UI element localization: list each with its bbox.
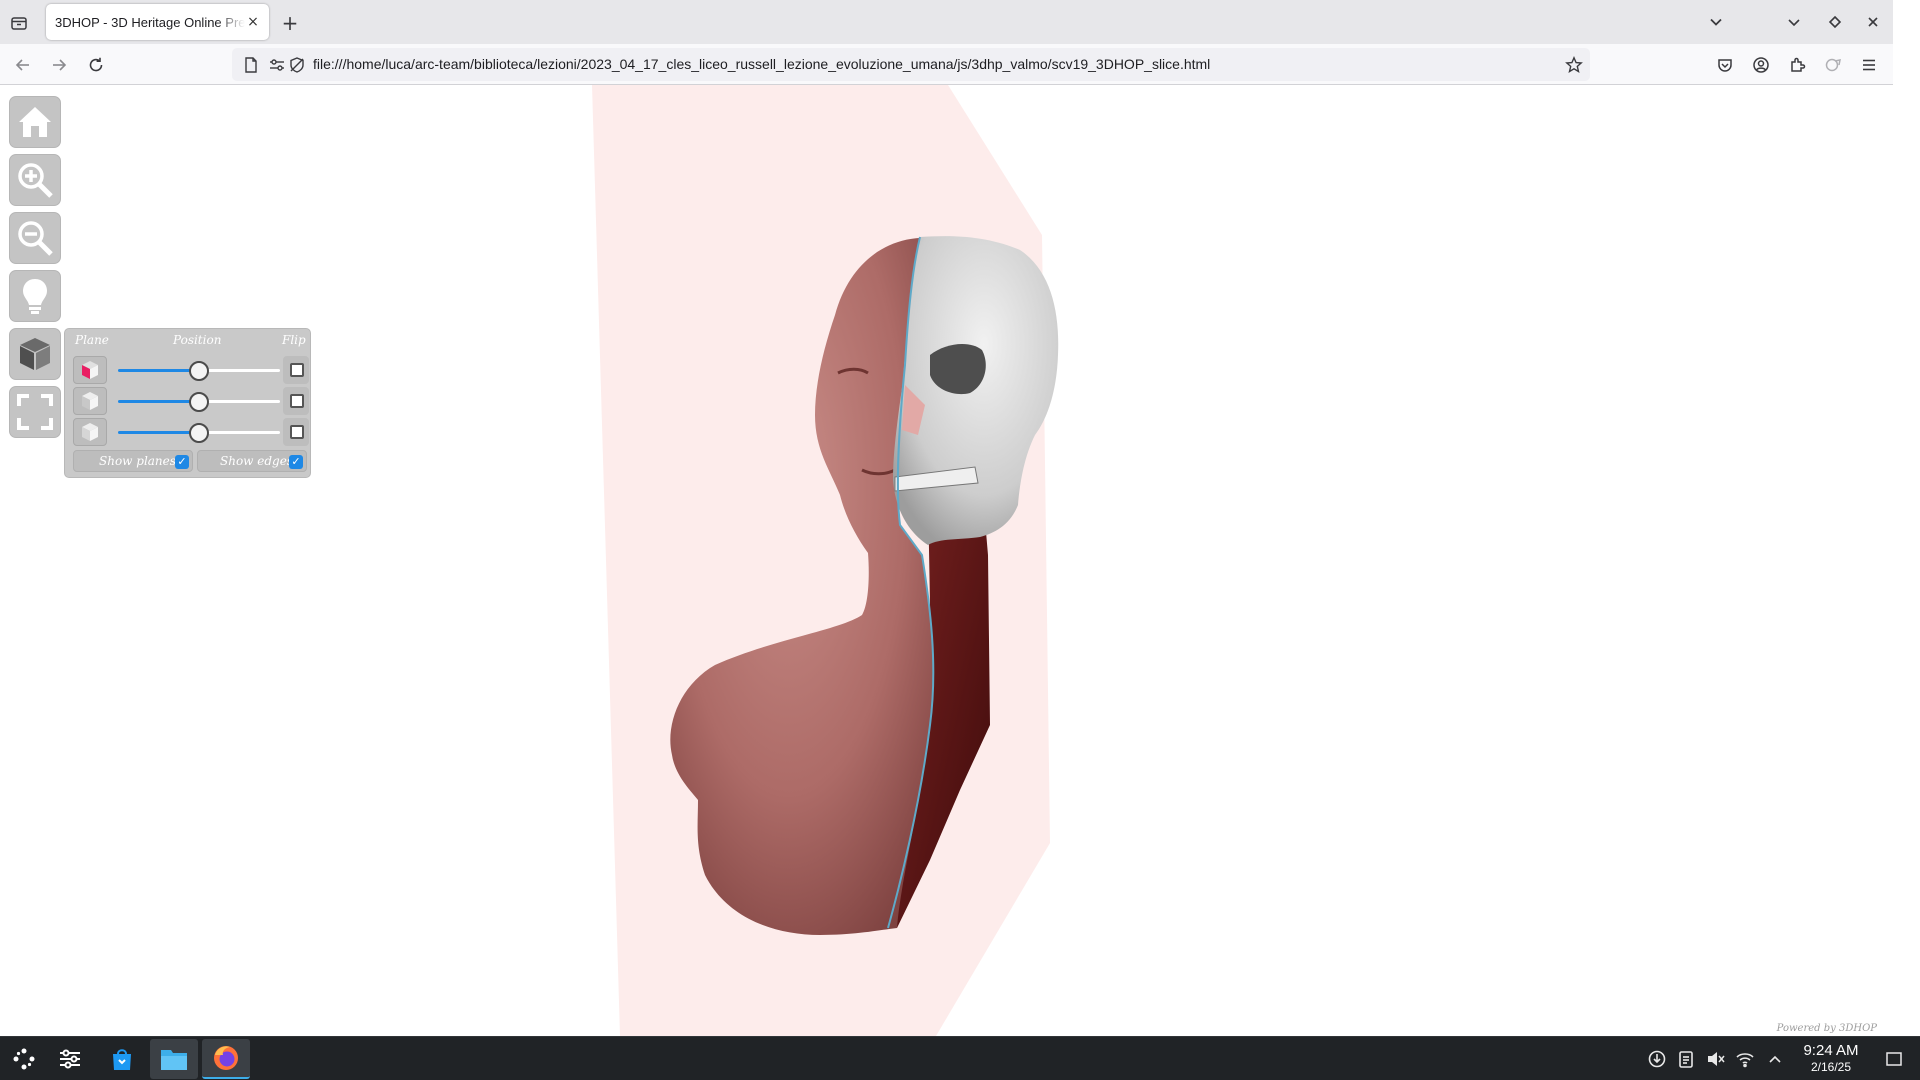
tab-strip: 3DHOP - 3D Heritage Online Presenter × + <box>0 0 1893 44</box>
tray-clipboard-icon[interactable] <box>1676 1049 1696 1069</box>
light-button[interactable] <box>9 270 61 322</box>
home-icon <box>19 107 51 137</box>
system-settings-app[interactable] <box>46 1039 94 1079</box>
window-minimize-icon[interactable] <box>1784 12 1804 32</box>
taskbar: 9:24 AM 2/16/25 <box>0 1036 1920 1080</box>
show-planes-checkbox[interactable]: ✓ <box>175 455 189 469</box>
navigation-bar: file:///home/luca/arc-team/biblioteca/le… <box>0 44 1893 85</box>
permissions-icon[interactable] <box>268 56 286 74</box>
fullscreen-button[interactable] <box>9 386 61 438</box>
show-planes-label: Show planes <box>99 454 176 468</box>
window-close-icon[interactable] <box>1863 12 1883 32</box>
plane-header: Plane <box>75 333 109 347</box>
plane-row-x <box>73 356 309 384</box>
position-header: Position <box>173 333 222 347</box>
show-edges-label: Show edges <box>220 454 293 468</box>
store-bag-icon <box>113 1049 131 1070</box>
clock-time[interactable]: 9:24 AM <box>1796 1042 1866 1059</box>
settings-sliders-icon <box>60 1049 80 1069</box>
show-edges-cell[interactable]: Show edges ✓ <box>197 450 307 472</box>
flip-header: Flip <box>282 333 306 347</box>
zoom-in-button[interactable] <box>9 154 61 206</box>
app-menu-icon[interactable] <box>1858 54 1880 76</box>
3d-model-render[interactable] <box>0 85 1893 1036</box>
sections-button[interactable] <box>9 328 61 380</box>
fullscreen-icon <box>17 394 53 430</box>
plane-x-slider-thumb[interactable] <box>189 361 209 381</box>
show-edges-checkbox[interactable]: ✓ <box>289 455 303 469</box>
cube-icon <box>20 338 50 370</box>
firefox-icon <box>214 1046 238 1070</box>
account-icon[interactable] <box>1750 54 1772 76</box>
plane-y-flip-checkbox[interactable] <box>290 394 304 408</box>
reload-icon[interactable] <box>85 54 107 76</box>
plane-z-toggle[interactable] <box>73 418 107 446</box>
show-desktop-icon[interactable] <box>1884 1049 1904 1069</box>
tab-list-icon[interactable] <box>8 12 30 34</box>
page-scrollbar[interactable] <box>1893 0 1920 1036</box>
tray-volume-muted-icon[interactable] <box>1705 1049 1725 1069</box>
tab-close-button[interactable]: × <box>243 12 263 32</box>
plane-x-toggle[interactable] <box>73 356 107 384</box>
plane-row-z <box>73 418 309 446</box>
folder-icon <box>161 1050 187 1070</box>
extensions-icon[interactable] <box>1786 54 1808 76</box>
active-tab[interactable]: 3DHOP - 3D Heritage Online Presenter × <box>46 4 269 40</box>
clock-date[interactable]: 2/16/25 <box>1796 1060 1866 1074</box>
tray-updates-icon[interactable] <box>1647 1049 1667 1069</box>
pocket-icon[interactable] <box>1714 54 1736 76</box>
launcher-icon <box>13 1048 35 1070</box>
url-bar[interactable]: file:///home/luca/arc-team/biblioteca/le… <box>232 48 1590 81</box>
zoom-out-icon <box>18 221 53 256</box>
application-launcher[interactable] <box>0 1039 48 1079</box>
plane-z-flip-checkbox[interactable] <box>290 425 304 439</box>
3d-viewer-canvas[interactable]: Plane Position Flip Show planes ✓ Show e… <box>0 85 1893 1036</box>
plane-y-icon <box>82 392 98 410</box>
lightbulb-icon <box>23 279 47 314</box>
zoom-out-button[interactable] <box>9 212 61 264</box>
plane-y-slider-thumb[interactable] <box>189 392 209 412</box>
extension-puzzle-icon[interactable] <box>1822 54 1844 76</box>
new-tab-button[interactable]: + <box>278 11 302 35</box>
plane-z-icon <box>82 423 98 441</box>
zoom-in-icon <box>18 163 53 198</box>
powered-by-label: Powered by 3DHOP <box>1776 1023 1877 1034</box>
plane-x-icon <box>82 361 98 379</box>
plane-z-slider-thumb[interactable] <box>189 423 209 443</box>
page-icon <box>242 56 260 74</box>
back-icon[interactable] <box>12 54 34 76</box>
plane-row-y <box>73 387 309 415</box>
tracking-protection-icon[interactable] <box>288 56 306 74</box>
url-text[interactable]: file:///home/luca/arc-team/biblioteca/le… <box>313 56 1210 72</box>
forward-icon[interactable] <box>48 54 70 76</box>
bookmark-star-icon[interactable] <box>1564 55 1584 75</box>
section-tool-panel: Plane Position Flip Show planes ✓ Show e… <box>64 328 311 478</box>
show-planes-cell[interactable]: Show planes ✓ <box>73 450 193 472</box>
tray-wifi-icon[interactable] <box>1735 1049 1755 1069</box>
firefox-app[interactable] <box>202 1039 250 1079</box>
file-manager-app[interactable] <box>150 1039 198 1079</box>
tray-expand-icon[interactable] <box>1765 1049 1785 1069</box>
plane-y-toggle[interactable] <box>73 387 107 415</box>
home-button[interactable] <box>9 96 61 148</box>
plane-x-flip-checkbox[interactable] <box>290 363 304 377</box>
window-maximize-icon[interactable] <box>1825 12 1845 32</box>
discover-store-app[interactable] <box>98 1039 146 1079</box>
tab-overflow-icon[interactable] <box>1705 11 1727 33</box>
tab-title: 3DHOP - 3D Heritage Online Presenter <box>55 14 245 30</box>
